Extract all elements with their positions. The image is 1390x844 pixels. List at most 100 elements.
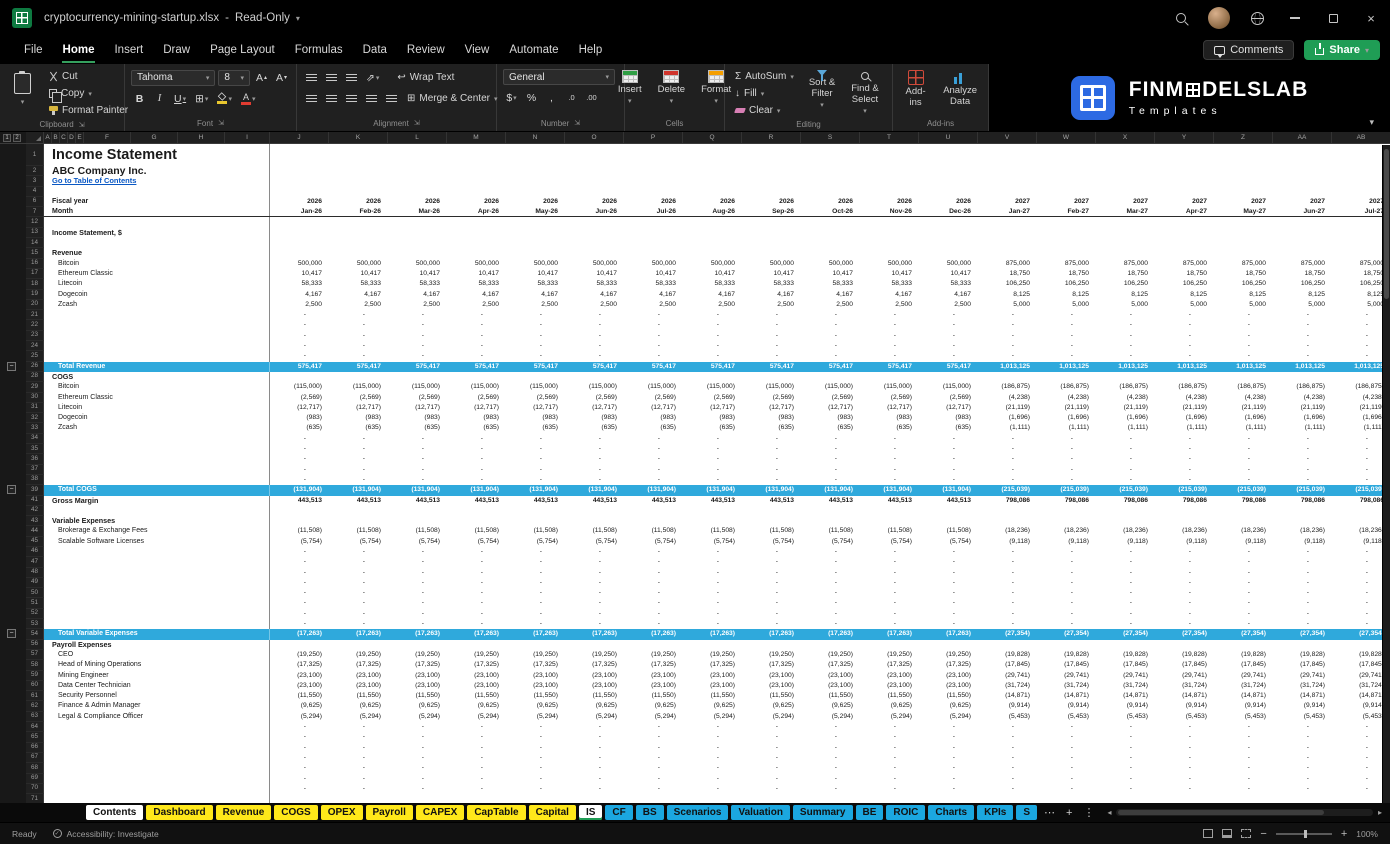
cell[interactable]: - [1096, 743, 1155, 753]
cell[interactable]: - [1155, 444, 1214, 454]
cell[interactable]: 10,417 [624, 269, 683, 279]
cell[interactable]: (29,741) [1273, 671, 1332, 681]
cell[interactable]: (131,904) [388, 485, 447, 495]
cell[interactable]: - [742, 465, 801, 475]
cell[interactable] [270, 166, 329, 176]
cell[interactable]: - [683, 444, 742, 454]
cell[interactable] [1214, 228, 1273, 238]
row-number-20[interactable]: 20 [26, 300, 44, 310]
outline-level-1[interactable]: 1 [3, 134, 11, 142]
cell[interactable]: - [565, 475, 624, 485]
cell[interactable]: (11,550) [801, 691, 860, 701]
fill-color-button[interactable]: ▾ [214, 90, 235, 107]
cell[interactable]: 798,086 [1214, 496, 1273, 506]
cell[interactable]: (17,325) [624, 660, 683, 670]
cell[interactable]: - [860, 774, 919, 784]
cell[interactable]: (5,294) [860, 712, 919, 722]
cell[interactable] [742, 166, 801, 176]
currency-format-button[interactable]: $▾ [503, 89, 520, 106]
cell[interactable]: (215,039) [1273, 485, 1332, 495]
cell[interactable]: (635) [919, 423, 978, 433]
cell[interactable]: - [329, 465, 388, 475]
cell[interactable]: - [329, 578, 388, 588]
cell[interactable]: (21,119) [978, 403, 1037, 413]
cell[interactable]: (983) [919, 413, 978, 423]
cell[interactable]: - [860, 753, 919, 763]
row-number-31[interactable]: 31 [26, 403, 44, 413]
orientation-button[interactable]: ⇗▾ [363, 69, 382, 86]
cell[interactable]: (14,871) [1096, 691, 1155, 701]
cell[interactable] [1155, 144, 1214, 166]
cell[interactable]: (11,508) [329, 526, 388, 536]
cell[interactable]: 2026 [270, 197, 329, 207]
cell[interactable] [919, 516, 978, 526]
cell[interactable]: - [1214, 743, 1273, 753]
cell[interactable]: - [329, 454, 388, 464]
cell[interactable]: (27,354) [1273, 629, 1332, 639]
copy-button[interactable]: Copy▾ [45, 86, 132, 101]
cell[interactable] [506, 217, 565, 227]
cell[interactable]: (115,000) [801, 382, 860, 392]
cell[interactable]: - [270, 475, 329, 485]
row-number-39[interactable]: 39 [26, 485, 44, 495]
cell[interactable]: - [565, 722, 624, 732]
cell[interactable] [1214, 640, 1273, 650]
cell[interactable]: - [270, 774, 329, 784]
column-header-V[interactable]: V [978, 132, 1037, 143]
cell[interactable]: (23,100) [506, 671, 565, 681]
cell[interactable]: - [565, 774, 624, 784]
cell[interactable]: (17,263) [919, 629, 978, 639]
cell[interactable]: 1,013,125 [1096, 362, 1155, 372]
comments-button[interactable]: Comments [1203, 40, 1294, 60]
cell[interactable]: - [506, 331, 565, 341]
cell[interactable]: - [624, 547, 683, 557]
number-dialog-launcher-icon[interactable]: ⇲ [574, 119, 580, 127]
cell[interactable]: 2026 [565, 197, 624, 207]
cell[interactable]: (29,741) [1037, 671, 1096, 681]
cell[interactable]: 8,125 [978, 290, 1037, 300]
cell[interactable]: - [978, 351, 1037, 361]
cell[interactable] [270, 506, 329, 516]
sheet-tab-cogs[interactable]: COGS [274, 805, 317, 820]
cell[interactable]: - [1096, 475, 1155, 485]
row-number-64[interactable]: 64 [26, 722, 44, 732]
sheet-tab-scenarios[interactable]: Scenarios [667, 805, 729, 820]
cell[interactable]: - [329, 444, 388, 454]
cell[interactable]: (215,039) [1037, 485, 1096, 495]
cell[interactable]: (17,845) [1155, 660, 1214, 670]
cell[interactable]: - [388, 609, 447, 619]
cell[interactable]: (9,118) [1096, 537, 1155, 547]
cell[interactable]: - [1037, 310, 1096, 320]
cell[interactable]: - [742, 588, 801, 598]
cell[interactable] [919, 248, 978, 258]
cell[interactable] [1214, 248, 1273, 258]
cell[interactable] [1096, 640, 1155, 650]
menu-draw[interactable]: Draw [153, 39, 200, 61]
cell[interactable]: (12,717) [801, 403, 860, 413]
cell[interactable] [447, 506, 506, 516]
cell[interactable]: (19,250) [506, 650, 565, 660]
cell[interactable]: - [683, 609, 742, 619]
sheet-tab-summary[interactable]: Summary [793, 805, 853, 820]
cell[interactable] [1037, 516, 1096, 526]
cell[interactable]: - [801, 588, 860, 598]
format-painter-button[interactable]: Format Painter [45, 103, 132, 118]
cell[interactable]: - [506, 444, 565, 454]
cell[interactable]: - [1037, 763, 1096, 773]
cell[interactable]: 875,000 [978, 259, 1037, 269]
cell[interactable]: - [388, 619, 447, 629]
italic-button[interactable]: I [151, 90, 168, 107]
cell[interactable]: - [683, 434, 742, 444]
cell[interactable]: (635) [742, 423, 801, 433]
cell[interactable]: (17,325) [742, 660, 801, 670]
cell[interactable]: - [1273, 341, 1332, 351]
cell[interactable]: (19,250) [801, 650, 860, 660]
cell[interactable]: (5,453) [1037, 712, 1096, 722]
cell[interactable]: - [388, 774, 447, 784]
cell[interactable]: (186,875) [1037, 382, 1096, 392]
row-number-45[interactable]: 45 [26, 537, 44, 547]
cell[interactable] [447, 217, 506, 227]
title-chevron-icon[interactable]: ▾ [296, 14, 300, 23]
cell[interactable] [860, 144, 919, 166]
cell[interactable]: - [742, 320, 801, 330]
